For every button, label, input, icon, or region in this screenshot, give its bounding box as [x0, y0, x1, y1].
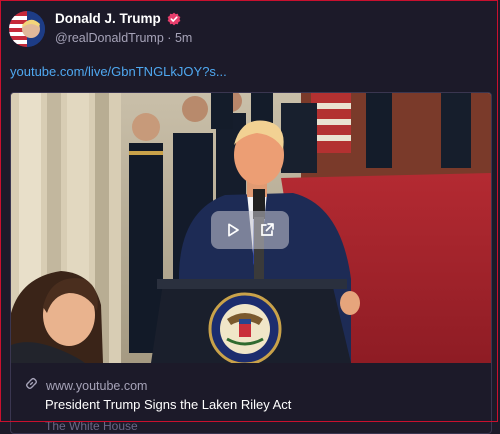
separator: ·: [167, 31, 172, 45]
post-time[interactable]: 5m: [175, 31, 192, 45]
post-link[interactable]: youtube.com/live/GbnTNGLkJOY?s...: [10, 64, 227, 79]
card-source: The White House: [45, 419, 138, 433]
author-row: Donald J. Trump: [55, 11, 181, 26]
avatar[interactable]: [9, 11, 45, 47]
external-link-icon[interactable]: [258, 221, 276, 239]
author-handle[interactable]: @realDonaldTrump: [55, 31, 164, 45]
card-meta: www.youtube.com President Trump Signs th…: [11, 363, 491, 433]
video-thumbnail[interactable]: [11, 93, 491, 363]
author-name[interactable]: Donald J. Trump: [55, 11, 161, 26]
card-title[interactable]: President Trump Signs the Laken Riley Ac…: [45, 397, 291, 412]
avatar-image: [9, 11, 45, 47]
post: Donald J. Trump @realDonaldTrump · 5m yo…: [0, 0, 500, 434]
verified-badge-icon: [167, 12, 181, 26]
card-domain: www.youtube.com: [46, 379, 148, 393]
domain-row: www.youtube.com: [25, 377, 147, 395]
link-chain-icon: [25, 377, 38, 395]
video-controls: [211, 211, 289, 249]
link-preview-card[interactable]: www.youtube.com President Trump Signs th…: [10, 92, 492, 434]
handle-row: @realDonaldTrump · 5m: [55, 31, 192, 45]
play-icon[interactable]: [224, 221, 242, 239]
